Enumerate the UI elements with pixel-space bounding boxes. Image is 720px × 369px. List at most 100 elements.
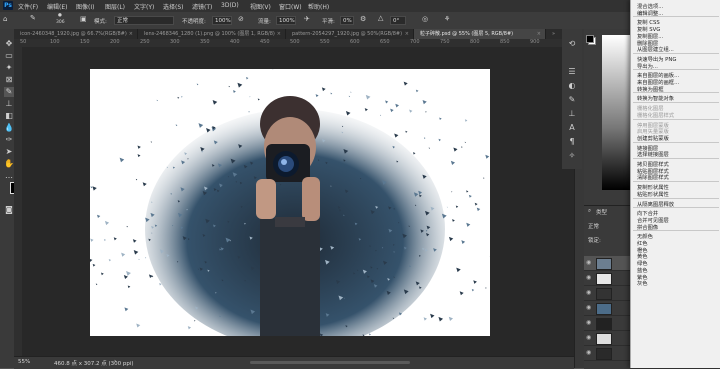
menu-item-7[interactable]: 3D(D) bbox=[221, 2, 239, 9]
layer-thumbnail bbox=[596, 258, 612, 270]
document-image[interactable] bbox=[90, 69, 490, 336]
layer-thumbnail bbox=[596, 333, 612, 345]
ruler-tick-label: 50 bbox=[20, 39, 26, 45]
menu-separator bbox=[633, 69, 719, 70]
properties-panel-icon[interactable]: ☰ bbox=[567, 67, 577, 77]
layers-blend-mode[interactable]: 正常 bbox=[588, 222, 599, 230]
close-icon[interactable]: × bbox=[129, 29, 133, 39]
ruler-left bbox=[14, 47, 22, 356]
menu-item-5[interactable]: 选择(S) bbox=[163, 2, 184, 11]
smooth-settings-icon[interactable]: ⚙ bbox=[360, 15, 366, 23]
path-select-tool-icon[interactable]: ➤ bbox=[4, 147, 14, 157]
stamp-tool-icon[interactable]: ⊥ bbox=[4, 99, 14, 109]
brush-settings-icon[interactable]: ▣ bbox=[80, 15, 87, 23]
menu-item-9[interactable]: 窗口(W) bbox=[279, 2, 302, 11]
brush-size[interactable]: 306 bbox=[56, 20, 65, 25]
quick-mask-icon[interactable]: ◙ bbox=[4, 205, 14, 215]
menu-item-2[interactable]: 图像(I) bbox=[76, 2, 94, 11]
context-menu-item[interactable]: 灰色 bbox=[637, 279, 648, 287]
ruler-tick-label: 650 bbox=[380, 39, 390, 45]
pressure-opacity-icon[interactable]: ⊘ bbox=[238, 15, 244, 23]
visibility-eye-icon[interactable]: ◉ bbox=[586, 289, 591, 296]
visibility-eye-icon[interactable]: ◉ bbox=[586, 334, 591, 341]
adjust-panel-icon[interactable]: ◐ bbox=[567, 81, 577, 91]
ruler-tick-label: 150 bbox=[80, 39, 90, 45]
menu-item-4[interactable]: 文字(Y) bbox=[134, 2, 154, 11]
clone-panel-icon[interactable]: ⊥ bbox=[567, 109, 577, 119]
visibility-eye-icon[interactable]: ◉ bbox=[586, 349, 591, 356]
brush-panel-icon[interactable]: ✎ bbox=[567, 95, 577, 105]
visibility-eye-icon[interactable]: ◉ bbox=[586, 304, 591, 311]
brush-icon[interactable]: ✎ bbox=[30, 14, 36, 22]
options-bar: ⌂ ✎ ● 306 ▣ 模式: 正常 不透明度: 100% ⊘ 流量: 100%… bbox=[0, 12, 720, 30]
history-panel-icon[interactable]: ⟲ bbox=[567, 39, 577, 49]
pressure-size-icon[interactable]: ◎ bbox=[422, 15, 428, 23]
ruler-tick-label: 350 bbox=[200, 39, 210, 45]
home-icon[interactable]: ⌂ bbox=[3, 15, 7, 23]
brush-tool-icon[interactable]: ✎ bbox=[4, 87, 14, 97]
visibility-eye-icon[interactable]: ◉ bbox=[586, 259, 591, 266]
menu-item-6[interactable]: 滤镜(T) bbox=[192, 2, 212, 11]
marquee-tool-icon[interactable]: ▭ bbox=[4, 51, 14, 61]
layer-thumbnail bbox=[596, 288, 612, 300]
menu-separator bbox=[633, 158, 719, 159]
visibility-eye-icon[interactable]: ◉ bbox=[586, 319, 591, 326]
angle-icon: △ bbox=[378, 14, 383, 22]
panel-icons: ⟲ ☰ ◐ ✎ ⊥ A ¶ ✧ bbox=[562, 29, 582, 169]
menu-item-0[interactable]: 文件(F) bbox=[18, 2, 38, 11]
paragraph-panel-icon[interactable]: ¶ bbox=[567, 137, 577, 147]
hand-tool-icon[interactable]: ✋ bbox=[4, 159, 14, 169]
tab-document-active[interactable]: 粒子碎散.psd @ 55% (图层 5, RGB/8#)× bbox=[414, 29, 546, 39]
zoom-level[interactable]: 55% bbox=[18, 359, 30, 365]
horizontal-scrollbar[interactable] bbox=[250, 361, 410, 364]
angle-input[interactable]: 0° bbox=[390, 16, 406, 25]
symmetry-icon[interactable]: ⚘ bbox=[444, 15, 450, 23]
menu-item-1[interactable]: 编辑(E) bbox=[47, 2, 67, 11]
move-tool-icon[interactable]: ✥ bbox=[4, 39, 14, 49]
frame-tool-icon[interactable]: ⊠ bbox=[4, 75, 14, 85]
opacity-input[interactable]: 100% bbox=[212, 16, 232, 25]
tab-document-3[interactable]: pattern-2054297_1920.jpg @ 50%(RGB/8#)× bbox=[286, 29, 414, 39]
ruler-tick-label: 100 bbox=[50, 39, 60, 45]
menu-item-10[interactable]: 帮助(H) bbox=[308, 2, 329, 11]
close-icon[interactable]: × bbox=[405, 29, 409, 39]
brush-preset-dot[interactable]: ● bbox=[58, 13, 62, 18]
ruler-tick-label: 800 bbox=[470, 39, 480, 45]
layers-filter-icon[interactable]: ⌕ bbox=[588, 208, 591, 215]
visibility-eye-icon[interactable]: ◉ bbox=[586, 274, 591, 281]
pen-tool-icon[interactable]: ✑ bbox=[4, 135, 14, 145]
layer-thumbnail bbox=[596, 318, 612, 330]
edit-toolbar-icon[interactable]: … bbox=[4, 171, 14, 181]
ruler-tick-label: 850 bbox=[500, 39, 510, 45]
eraser-tool-icon[interactable]: ◧ bbox=[4, 111, 14, 121]
ruler-tick-label: 200 bbox=[110, 39, 120, 45]
menu-bar: Ps 文件(F) 编辑(E) 图像(I) 图层(L) 文字(Y) 选择(S) 滤镜(T) 3D… bbox=[0, 0, 720, 12]
mode-select[interactable]: 正常 bbox=[114, 16, 174, 25]
menu-separator bbox=[633, 53, 719, 54]
ruler-tick-label: 250 bbox=[140, 39, 150, 45]
menu-item-8[interactable]: 视图(V) bbox=[250, 2, 271, 11]
color-picker-field[interactable] bbox=[602, 35, 632, 190]
panel-bg-swatch[interactable] bbox=[586, 35, 594, 43]
status-arrow-icon[interactable]: › bbox=[114, 358, 116, 365]
flow-label: 流量: bbox=[258, 17, 271, 25]
close-icon[interactable]: × bbox=[277, 29, 281, 39]
tab-document-1[interactable]: icon-2460348_1920.jpg @ 66.7%(RGB/8#)× bbox=[14, 29, 138, 39]
airbrush-icon[interactable]: ✈ bbox=[304, 15, 310, 23]
quick-select-tool-icon[interactable]: ✦ bbox=[4, 63, 14, 73]
menu-separator bbox=[633, 92, 719, 93]
ruler-tick-label: 550 bbox=[320, 39, 330, 45]
blur-tool-icon[interactable]: 💧 bbox=[4, 123, 14, 133]
menu-separator bbox=[633, 119, 719, 120]
tab-document-2[interactable]: lens-2468346_1280 (1).png @ 100% (图层 1, … bbox=[138, 29, 286, 39]
ruler-tick-label: 450 bbox=[260, 39, 270, 45]
smooth-input[interactable]: 0% bbox=[340, 16, 354, 25]
flow-input[interactable]: 100% bbox=[276, 16, 296, 25]
close-icon[interactable]: × bbox=[537, 29, 541, 39]
dispersion-photo bbox=[90, 69, 490, 336]
photoshop-logo-icon: Ps bbox=[3, 1, 13, 10]
menu-item-3[interactable]: 图层(L) bbox=[105, 2, 125, 11]
character-panel-icon[interactable]: A bbox=[567, 123, 577, 133]
layers-filter-kind[interactable]: 类型 bbox=[596, 208, 607, 216]
glyphs-panel-icon[interactable]: ✧ bbox=[567, 151, 577, 161]
